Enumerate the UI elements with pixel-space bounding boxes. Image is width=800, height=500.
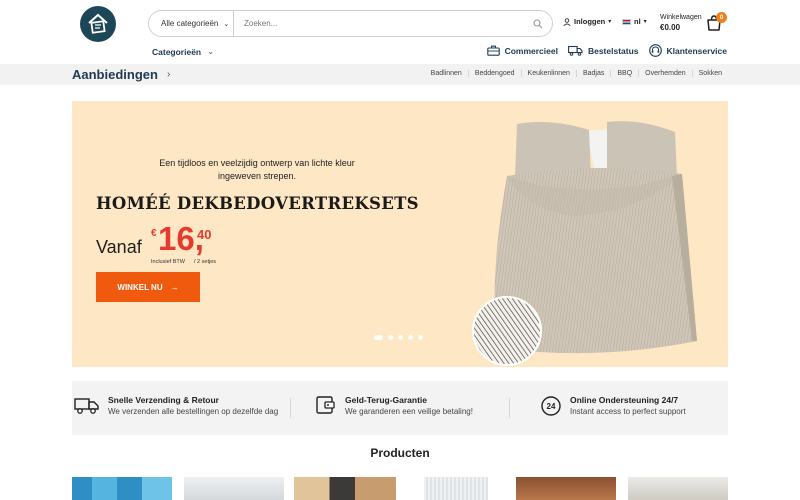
link-klantenservice[interactable]: Klantenservice (648, 44, 727, 57)
product-thumbnail[interactable] (184, 477, 284, 500)
product-thumbnail[interactable] (72, 477, 172, 500)
feature-title: Geld-Terug-Garantie (345, 395, 428, 405)
feature-subtitle: We verzenden alle bestellingen op dezelf… (108, 407, 279, 416)
sets-note: / 2 setjes (194, 259, 217, 265)
wallet-icon (316, 396, 335, 414)
product-thumbnail[interactable] (294, 477, 396, 500)
subnav-item[interactable]: Badlinnen (425, 70, 468, 77)
hero-banner[interactable]: Een tijdloos en veelzijdig ontwerp van l… (72, 101, 728, 367)
vat-note: Inclusief BTW (151, 259, 185, 265)
user-icon (563, 17, 571, 26)
product-thumbnail[interactable] (424, 477, 488, 500)
carousel-dot[interactable] (408, 335, 413, 340)
product-blue-towels (72, 477, 172, 500)
link-commercieel[interactable]: Commercieel (486, 44, 558, 57)
link-label: Commercieel (504, 45, 558, 56)
carousel-dot[interactable] (398, 335, 403, 340)
product-bedroom-dark (294, 477, 396, 500)
hero-headline: HOMÉÉ DEKBEDOVERTREKSETS (96, 194, 419, 213)
feature-title: Online Ondersteuning 24/7 (570, 395, 679, 405)
briefcase-icon (486, 45, 500, 56)
cart-count-badge: 0 (716, 12, 727, 23)
feature-support: 24 Online Ondersteuning 24/7 Instant acc… (540, 395, 686, 417)
feature-guarantee: Geld-Terug-Garantie We garanderen een ve… (315, 395, 473, 417)
link-label: Bestelstatus (587, 45, 639, 56)
product-thumbnail[interactable] (628, 477, 728, 500)
site-header: Alle categorieën ⌄ Inloggen ▾ nl ▾ Winke… (0, 0, 800, 64)
language-selector[interactable]: nl ▾ (622, 17, 647, 26)
shop-now-button[interactable]: WINKEL NU → (96, 272, 200, 302)
offers-title-label: Aanbiedingen (72, 67, 158, 82)
language-label: nl (634, 17, 641, 26)
product-bed-red (516, 477, 616, 500)
features-bar: Snelle Verzending & Retour We verzenden … (72, 381, 728, 435)
chevron-down-icon: ⌄ (207, 46, 215, 56)
subnav-item[interactable]: BBQ (610, 70, 638, 77)
shop-now-label: WINKEL NU (117, 282, 163, 292)
subnav-item[interactable]: Badjas (575, 70, 610, 77)
search-icon[interactable] (524, 18, 552, 29)
support-24-icon: 24 (541, 396, 561, 416)
subnav-item[interactable]: Beddengoed (467, 70, 521, 77)
categories-menu[interactable]: Categorieën ⌄ (152, 46, 214, 57)
product-thumbnail[interactable] (516, 477, 616, 500)
offers-title[interactable]: Aanbiedingen › (72, 67, 170, 82)
link-label: Klantenservice (666, 45, 727, 56)
product-white-towel (424, 477, 488, 500)
feature-subtitle: Instant access to perfect support (570, 407, 686, 416)
feature-title: Snelle Verzending & Retour (108, 395, 219, 405)
subnav-item[interactable]: Sokken (691, 70, 728, 77)
offers-bar: Aanbiedingen › Badlinnen Beddengoed Keuk… (0, 64, 800, 85)
hero-tagline: Een tijdloos en veelzijdig ontwerp van l… (159, 158, 355, 181)
divider (509, 398, 510, 418)
delivery-truck-icon (74, 398, 99, 414)
price-from-label: Vanaf (96, 237, 142, 257)
products-heading: Producten (370, 446, 430, 460)
product-bed-light (628, 477, 728, 500)
search-input[interactable] (234, 11, 524, 36)
header-links: Commercieel Bestelstatus Klantenservice (486, 44, 727, 57)
search-bar: Alle categorieën ⌄ (148, 10, 553, 37)
price-currency: € (151, 228, 157, 239)
login-button[interactable]: Inloggen ▾ (563, 17, 611, 26)
divider (290, 398, 291, 418)
cart-amount: €0.00 (660, 23, 681, 32)
category-select-label: Alle categorieën (161, 19, 219, 28)
carousel-dot[interactable] (418, 335, 423, 340)
subnav-item[interactable]: Overhemden (638, 70, 691, 77)
cart-summary[interactable]: Winkelwagen €0.00 (660, 13, 702, 33)
subnav-item[interactable]: Keukenlinnen (520, 70, 576, 77)
home-logo-icon[interactable] (80, 6, 116, 42)
category-subnav: Badlinnen Beddengoed Keukenlinnen Badjas… (425, 70, 728, 77)
price-cents: 40 (197, 227, 212, 242)
chevron-down-icon: ▾ (608, 19, 612, 25)
chevron-down-icon: ⌄ (223, 20, 230, 28)
headset-icon (648, 44, 662, 57)
svg-text:24: 24 (547, 402, 556, 411)
arrow-right-icon: → (170, 282, 179, 292)
link-bestelstatus[interactable]: Bestelstatus (568, 44, 639, 57)
carousel-dot[interactable] (374, 335, 383, 340)
chevron-right-icon: › (166, 69, 171, 80)
carousel-dot[interactable] (388, 335, 393, 340)
bedding-product-image (472, 121, 697, 366)
categories-label: Categorieën (152, 46, 202, 57)
dutch-flag-icon (622, 18, 631, 25)
chevron-down-icon: ▾ (643, 19, 647, 25)
feature-shipping: Snelle Verzending & Retour We verzenden … (74, 395, 278, 417)
cart-label: Winkelwagen (660, 14, 702, 21)
carousel-dots (374, 335, 423, 340)
login-label: Inloggen (574, 17, 606, 26)
feature-subtitle: We garanderen een veilige betaling! (345, 407, 473, 416)
product-bathroom (184, 477, 284, 500)
category-select[interactable]: Alle categorieën ⌄ (149, 11, 234, 36)
truck-icon (568, 45, 583, 56)
